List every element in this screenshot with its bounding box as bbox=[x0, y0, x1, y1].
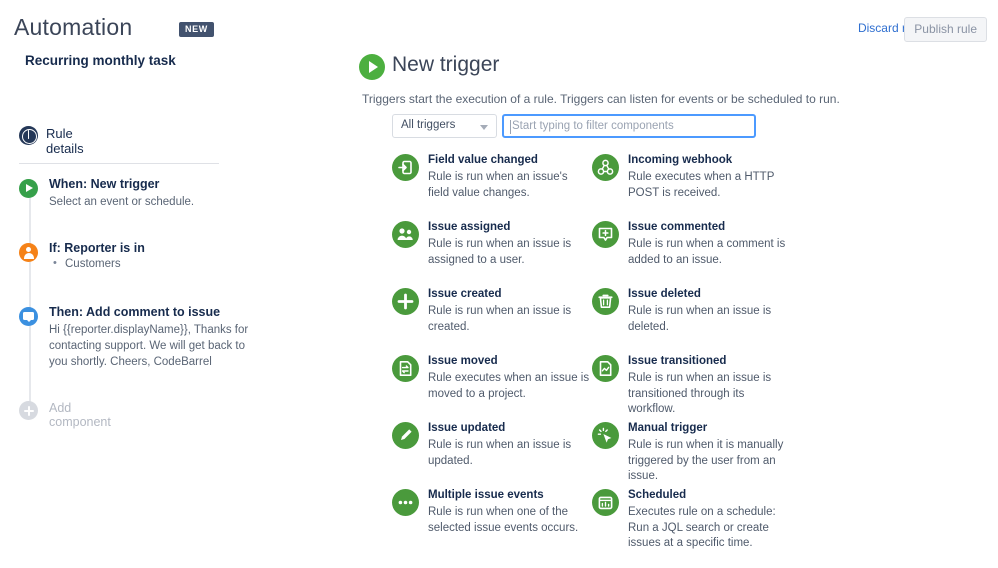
trigger-desc: Rule is run when an issue's field value … bbox=[428, 171, 568, 199]
trigger-desc: Rule is run when an issue is updated. bbox=[428, 439, 572, 467]
trigger-desc: Rule executes when a HTTP POST is receiv… bbox=[628, 171, 775, 199]
trigger-title: Issue created bbox=[428, 288, 502, 300]
scheduled-icon bbox=[592, 489, 619, 516]
issue-transitioned-icon bbox=[592, 355, 619, 382]
issue-assigned-icon bbox=[392, 221, 419, 248]
rule-step-desc: Hi {{reporter.displayName}}, Thanks for … bbox=[49, 324, 249, 368]
trigger-title: Issue commented bbox=[628, 221, 726, 233]
trigger-title: Manual trigger bbox=[628, 422, 708, 434]
trigger-desc: Rule is run when an issue is assigned to… bbox=[428, 238, 572, 266]
plus-icon bbox=[19, 401, 38, 420]
person-icon bbox=[19, 243, 38, 262]
trigger-desc: Rule is run when an issue is deleted. bbox=[628, 305, 772, 333]
comment-icon bbox=[19, 307, 38, 326]
rule-details-label: Rule details bbox=[46, 126, 84, 156]
play-icon bbox=[19, 179, 38, 198]
top-bar: Automation NEW Discard rule Publish rule bbox=[0, 0, 998, 52]
rule-step-bullet: Customers bbox=[53, 257, 121, 270]
trigger-title: Issue moved bbox=[428, 355, 498, 367]
trigger-title: Scheduled bbox=[628, 489, 687, 501]
trigger-desc: Rule is run when one of the selected iss… bbox=[428, 506, 579, 534]
issue-updated-icon bbox=[392, 422, 419, 449]
trigger-type-select[interactable]: All triggers bbox=[392, 114, 497, 138]
manual-trigger-icon bbox=[592, 422, 619, 449]
trigger-title: Issue assigned bbox=[428, 221, 511, 233]
panel-title: New trigger bbox=[392, 53, 500, 76]
search-input-placeholder: Start typing to filter components bbox=[512, 120, 674, 132]
search-input[interactable]: Start typing to filter components bbox=[502, 114, 756, 138]
issue-moved-icon bbox=[392, 355, 419, 382]
new-badge: NEW bbox=[179, 22, 214, 37]
text-cursor bbox=[510, 120, 511, 134]
rule-step-desc: Select an event or schedule. bbox=[49, 196, 195, 208]
trigger-title: Incoming webhook bbox=[628, 154, 733, 166]
issue-created-icon bbox=[392, 288, 419, 315]
publish-rule-button[interactable]: Publish rule bbox=[904, 17, 987, 42]
page-title: Automation bbox=[14, 14, 133, 40]
add-component-label: Add component bbox=[49, 401, 111, 429]
multiple-issue-events-icon bbox=[392, 489, 419, 516]
sidebar-divider bbox=[19, 163, 219, 164]
play-icon bbox=[359, 54, 385, 80]
automation-page: Automation NEW Discard rule Publish rule… bbox=[0, 0, 998, 568]
trigger-title: Issue updated bbox=[428, 422, 506, 434]
trigger-title: Issue deleted bbox=[628, 288, 701, 300]
trigger-desc: Rule is run when a comment is added to a… bbox=[628, 238, 786, 266]
panel-subtitle: Triggers start the execution of a rule. … bbox=[362, 92, 840, 106]
incoming-webhook-icon bbox=[592, 154, 619, 181]
step-connector-line bbox=[28, 186, 31, 412]
rule-step-title: When: New trigger bbox=[49, 177, 160, 191]
trigger-desc: Rule is run when an issue is created. bbox=[428, 305, 572, 333]
info-icon bbox=[19, 126, 38, 145]
trigger-title: Field value changed bbox=[428, 154, 538, 166]
field-value-changed-icon bbox=[392, 154, 419, 181]
trigger-desc: Rule executes when an issue is moved to … bbox=[428, 372, 590, 400]
trigger-type-select-value: All triggers bbox=[401, 119, 456, 131]
new-trigger-panel: New trigger Triggers start the execution… bbox=[356, 46, 998, 568]
rule-sidebar: Recurring monthly task Rule details When… bbox=[0, 46, 340, 568]
trigger-title: Multiple issue events bbox=[428, 489, 544, 501]
rule-name: Recurring monthly task bbox=[25, 53, 176, 68]
chevron-down-icon bbox=[480, 125, 488, 130]
trigger-desc: Rule is run when an issue is transitione… bbox=[628, 372, 772, 415]
trigger-desc: Rule is run when it is manually triggere… bbox=[628, 439, 784, 482]
rule-step-title: Then: Add comment to issue bbox=[49, 305, 221, 319]
issue-commented-icon bbox=[592, 221, 619, 248]
trigger-title: Issue transitioned bbox=[628, 355, 727, 367]
rule-step-title: If: Reporter is in bbox=[49, 241, 145, 255]
trigger-desc: Executes rule on a schedule: Run a JQL s… bbox=[628, 506, 776, 549]
issue-deleted-icon bbox=[592, 288, 619, 315]
